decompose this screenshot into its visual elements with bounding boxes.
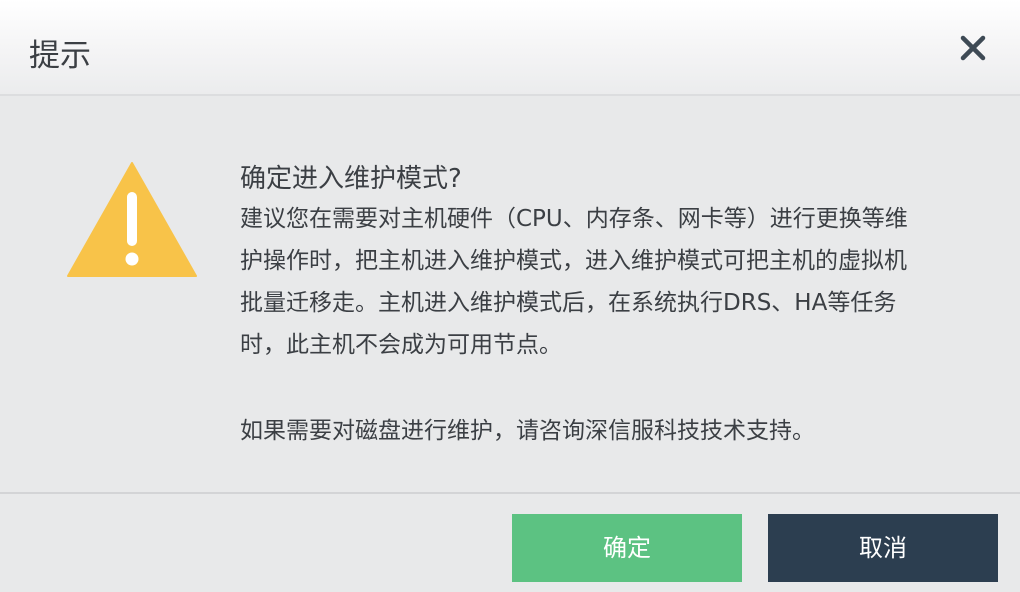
message-line-4: 时，此主机不会成为可用节点。 <box>240 332 562 358</box>
dialog-header: 提示 <box>0 0 1020 96</box>
message-line-3: 批量迁移走。主机进入维护模式后，在系统执行DRS、HA等任务 <box>240 290 897 316</box>
maintenance-mode-dialog: 提示 确定进入维护模式? 建议您在需要对主机硬件（CPU、内存条、网卡等）进行更… <box>0 0 1020 592</box>
message-line-2: 护操作时，把主机进入维护模式，进入维护模式可把主机的虚拟机 <box>240 248 907 274</box>
close-icon[interactable] <box>954 29 992 67</box>
dialog-heading: 确定进入维护模式? <box>240 164 462 194</box>
footer-divider <box>0 492 1020 494</box>
confirm-button[interactable]: 确定 <box>512 514 742 582</box>
message-line-1: 建议您在需要对主机硬件（CPU、内存条、网卡等）进行更换等维 <box>240 206 908 232</box>
dialog-message: 确定进入维护模式? 建议您在需要对主机硬件（CPU、内存条、网卡等）进行更换等维… <box>240 160 960 366</box>
support-note: 如果需要对磁盘进行维护，请咨询深信服科技技术支持。 <box>240 418 815 444</box>
warning-icon <box>67 162 197 277</box>
dialog-title: 提示 <box>29 38 91 74</box>
cancel-button[interactable]: 取消 <box>768 514 998 582</box>
